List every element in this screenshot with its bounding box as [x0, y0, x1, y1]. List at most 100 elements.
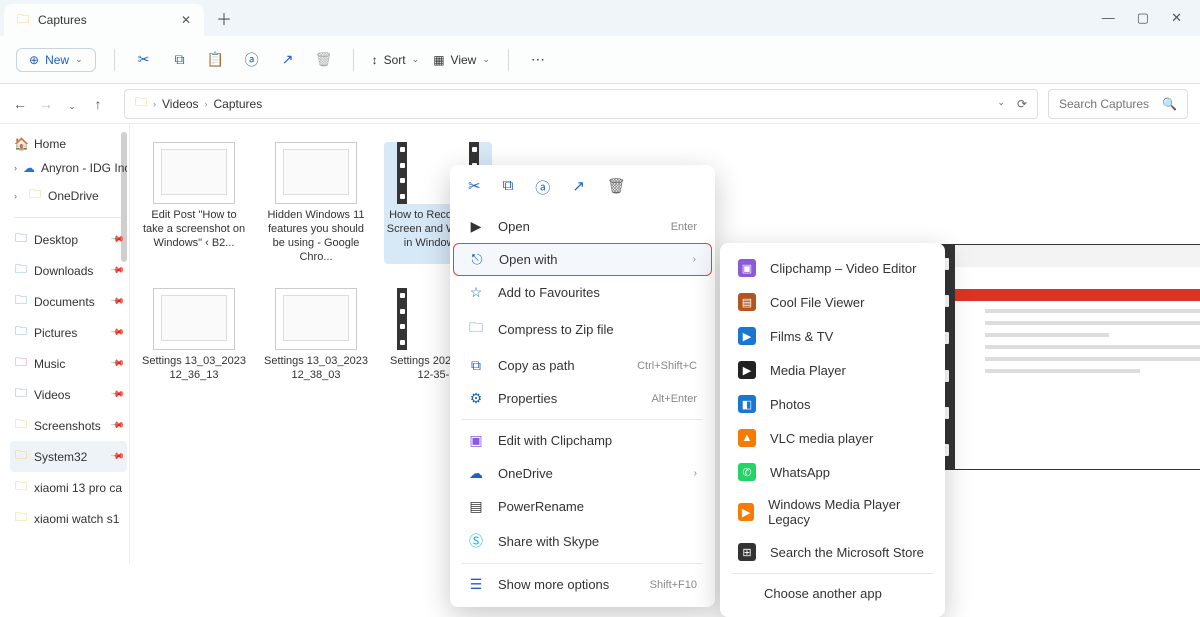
maximize-button[interactable]: ▢	[1137, 10, 1149, 26]
sidebar-cloud[interactable]: ›☁Anyron - IDG Inc	[10, 156, 127, 180]
ctx-powerrename[interactable]: ▤PowerRename	[450, 490, 715, 523]
up-button[interactable]: ↑	[90, 96, 106, 112]
folder-icon: 🗀	[14, 353, 28, 374]
rename-icon[interactable]: ⓐ	[241, 50, 263, 70]
sidebar-home[interactable]: 🏠Home	[10, 132, 127, 156]
sidebar-item-xiaomi-watch-s1[interactable]: 🗀 xiaomi watch s1	[10, 503, 127, 534]
share-icon[interactable]: ↗	[572, 177, 585, 198]
close-window-button[interactable]: ✕	[1171, 10, 1182, 26]
file-name: Settings 13_03_2023 12_38_03	[262, 354, 370, 382]
more-icon[interactable]: ⋯	[527, 51, 549, 68]
breadcrumb[interactable]: Captures	[214, 97, 263, 111]
delete-icon[interactable]: 🗑	[313, 51, 335, 68]
new-tab-button[interactable]: ＋	[216, 6, 232, 30]
sidebar-item-screenshots[interactable]: 🗀 Screenshots 📌	[10, 410, 127, 441]
file-item[interactable]: Settings 13_03_2023 12_38_03	[262, 288, 370, 382]
open-with-app[interactable]: ▶ Windows Media Player Legacy	[720, 489, 945, 535]
open-with-app[interactable]: ▶ Films & TV	[720, 319, 945, 353]
folder-icon: 🗀	[135, 93, 147, 114]
file-name: Settings 13_03_2023 12_36_13	[140, 354, 248, 382]
ctx-zip[interactable]: 🗀Compress to Zip file	[450, 309, 715, 349]
open-with-app[interactable]: ◧ Photos	[720, 387, 945, 421]
skype-icon: Ⓢ	[468, 531, 484, 551]
forward-button[interactable]: →	[38, 96, 54, 112]
search-icon: 🔍	[1162, 97, 1177, 111]
ctx-more-options[interactable]: ☰Show more optionsShift+F10	[450, 568, 715, 601]
new-label: New	[45, 53, 69, 67]
sort-button[interactable]: ↕ Sort ⌄	[372, 53, 420, 67]
app-icon: ▶	[738, 361, 756, 379]
file-thumbnail-large	[930, 244, 1200, 470]
minimize-button[interactable]: —	[1102, 10, 1115, 26]
sidebar-item-xiaomi-13-pro-ca[interactable]: 🗀 xiaomi 13 pro ca	[10, 472, 127, 503]
cut-icon[interactable]: ✂	[468, 177, 481, 198]
ctx-open[interactable]: ▶OpenEnter	[450, 210, 715, 243]
view-icon: ▦	[433, 53, 444, 67]
tab-captures[interactable]: 🗀 Captures ✕	[4, 4, 204, 36]
refresh-icon[interactable]: ⟳	[1017, 97, 1027, 111]
delete-icon[interactable]: 🗑	[607, 177, 626, 198]
chevron-right-icon: ›	[693, 254, 696, 265]
titlebar: 🗀 Captures ✕ ＋ — ▢ ✕	[0, 0, 1200, 36]
sidebar-onedrive[interactable]: ›🗀OneDrive	[10, 180, 127, 211]
breadcrumb[interactable]: Videos	[162, 97, 198, 111]
folder-icon: 🗀	[14, 477, 28, 498]
context-menu: ✂ ⧉ ⓐ ↗ 🗑 ▶OpenEnter ⎋Open with› ☆Add to…	[450, 165, 715, 607]
open-with-app[interactable]: ▤ Cool File Viewer	[720, 285, 945, 319]
navbar: ← → ⌄ ↑ 🗀 › Videos › Captures ⌄ ⟳ 🔍	[0, 84, 1200, 124]
sidebar-item-system32[interactable]: 🗀 System32 📌	[10, 441, 127, 472]
folder-icon: 🗀	[14, 415, 28, 436]
sidebar: 🏠Home ›☁Anyron - IDG Inc ›🗀OneDrive 🗀 De…	[0, 124, 130, 564]
folder-icon: 🗀	[14, 229, 28, 250]
sort-icon: ↕	[372, 53, 378, 67]
pin-icon: 📌	[110, 263, 126, 279]
open-with-app[interactable]: ✆ WhatsApp	[720, 455, 945, 489]
chevron-down-icon[interactable]: ⌄	[997, 97, 1005, 111]
app-icon: ✆	[738, 463, 756, 481]
cut-icon[interactable]: ✂	[133, 51, 155, 68]
ctx-clipchamp[interactable]: ▣Edit with Clipchamp	[450, 424, 715, 457]
choose-another-app[interactable]: Choose another app	[720, 578, 945, 609]
view-button[interactable]: ▦ View ⌄	[433, 53, 490, 67]
ctx-copy-path[interactable]: ⧉Copy as pathCtrl+Shift+C	[450, 349, 715, 382]
search-box[interactable]: 🔍	[1048, 89, 1188, 119]
copy-icon[interactable]: ⧉	[169, 51, 191, 68]
sidebar-item-desktop[interactable]: 🗀 Desktop 📌	[10, 224, 127, 255]
close-tab-icon[interactable]: ✕	[178, 13, 194, 27]
ctx-skype[interactable]: ⓈShare with Skype	[450, 523, 715, 559]
folder-icon: 🗀	[28, 185, 42, 206]
app-icon: ◧	[738, 395, 756, 413]
sidebar-item-pictures[interactable]: 🗀 Pictures 📌	[10, 317, 127, 348]
file-item[interactable]: Edit Post "How to take a screenshot on W…	[140, 142, 248, 264]
sidebar-item-videos[interactable]: 🗀 Videos 📌	[10, 379, 127, 410]
search-input[interactable]	[1059, 97, 1154, 111]
sidebar-item-downloads[interactable]: 🗀 Downloads 📌	[10, 255, 127, 286]
file-name: Edit Post "How to take a screenshot on W…	[140, 208, 248, 250]
rename-icon[interactable]: ⓐ	[535, 177, 550, 198]
address-bar[interactable]: 🗀 › Videos › Captures ⌄ ⟳	[124, 89, 1038, 119]
powerrename-icon: ▤	[468, 498, 484, 515]
open-with-app[interactable]: ▲ VLC media player	[720, 421, 945, 455]
pin-icon: 📌	[110, 356, 126, 372]
open-with-app[interactable]: ▣ Clipchamp – Video Editor	[720, 251, 945, 285]
ctx-properties[interactable]: ⚙PropertiesAlt+Enter	[450, 382, 715, 415]
tab-title: Captures	[38, 13, 170, 27]
pin-icon: 📌	[110, 294, 126, 310]
ctx-favourites[interactable]: ☆Add to Favourites	[450, 276, 715, 309]
file-item[interactable]: Hidden Windows 11 features you should be…	[262, 142, 370, 264]
sidebar-item-documents[interactable]: 🗀 Documents 📌	[10, 286, 127, 317]
pin-icon: 📌	[110, 418, 126, 434]
ctx-open-with[interactable]: ⎋Open with›	[453, 243, 712, 276]
file-item[interactable]: Settings 13_03_2023 12_36_13	[140, 288, 248, 382]
open-with-icon: ⎋	[469, 251, 485, 268]
folder-icon: 🗀	[14, 291, 28, 312]
recent-button[interactable]: ⌄	[64, 96, 80, 112]
copy-icon[interactable]: ⧉	[503, 177, 514, 198]
open-with-app[interactable]: ▶ Media Player	[720, 353, 945, 387]
new-button[interactable]: ⊕ New ⌄	[16, 48, 96, 72]
sidebar-item-music[interactable]: 🗀 Music 📌	[10, 348, 127, 379]
share-icon[interactable]: ↗	[277, 51, 299, 68]
ctx-onedrive[interactable]: ☁OneDrive›	[450, 457, 715, 490]
chevron-right-icon: ›	[694, 468, 697, 479]
back-button[interactable]: ←	[12, 96, 28, 112]
